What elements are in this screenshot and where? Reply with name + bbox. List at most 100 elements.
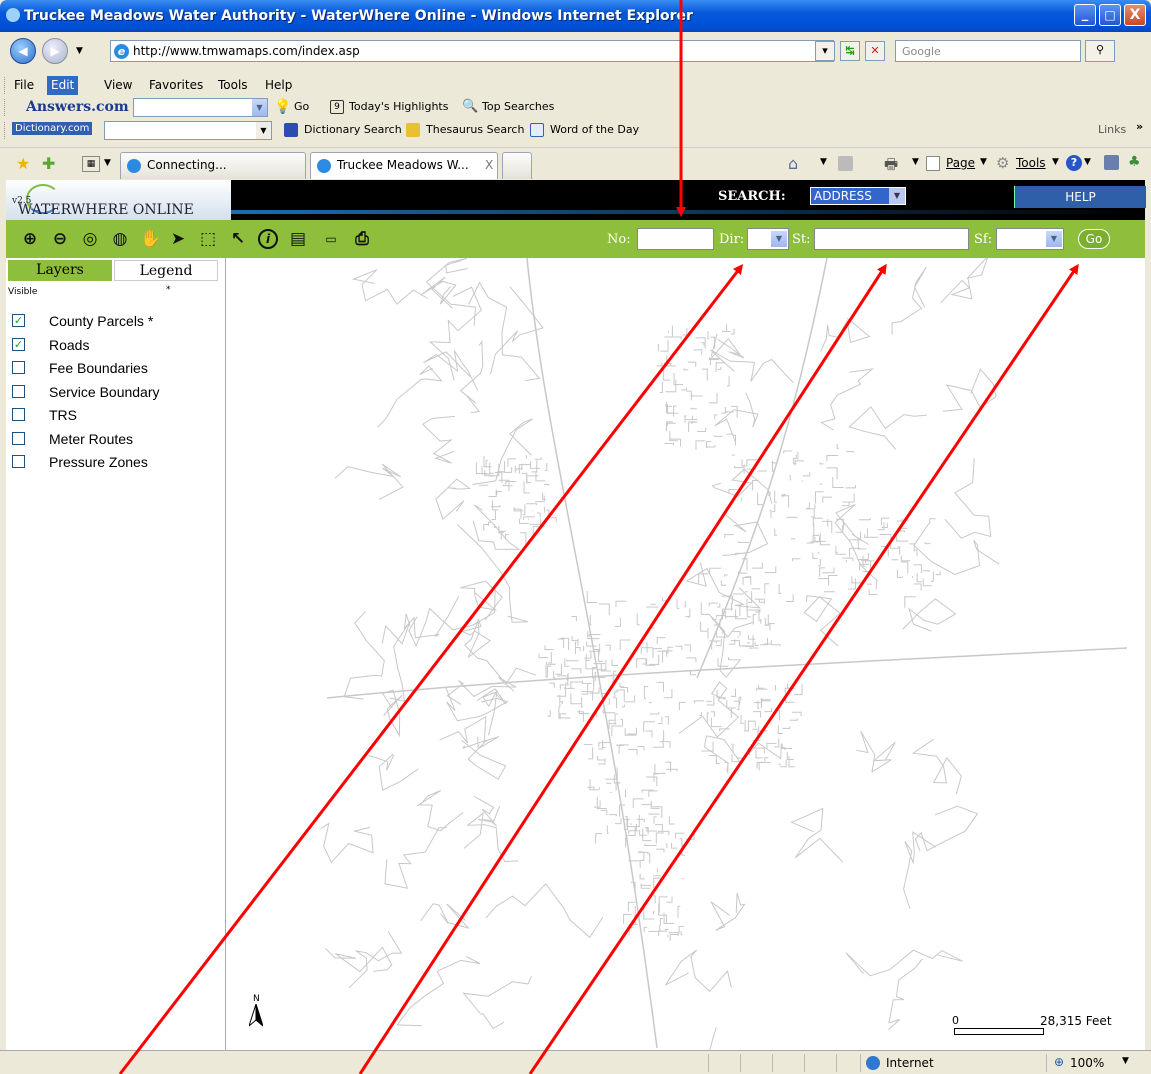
tools-dropdown-icon[interactable]: ▼ bbox=[1052, 157, 1059, 167]
layer-checkbox[interactable] bbox=[12, 361, 25, 374]
identify-icon[interactable]: i bbox=[258, 229, 278, 249]
search-icon[interactable]: ⚲ bbox=[1085, 40, 1115, 62]
help-button[interactable]: HELP bbox=[1014, 186, 1146, 208]
select-arrow-icon[interactable]: ➤ bbox=[168, 229, 188, 249]
title-bar: Truckee Meadows Water Authority - WaterW… bbox=[0, 0, 1151, 32]
zoom-in-icon[interactable]: ⊕ bbox=[20, 229, 40, 249]
scale-bar bbox=[954, 1028, 1044, 1035]
menu-file[interactable]: File bbox=[14, 78, 34, 92]
answers-search-combo[interactable]: ▼ bbox=[133, 98, 268, 117]
stop-icon[interactable]: ✕ bbox=[865, 41, 885, 61]
new-tab-button[interactable] bbox=[502, 152, 532, 179]
tab-connecting[interactable]: Connecting... bbox=[120, 152, 306, 179]
top-searches-button[interactable]: Top Searches bbox=[482, 100, 554, 113]
layer-checkbox[interactable]: ✓ bbox=[12, 314, 25, 327]
dictionary-toolbar: Dictionary.com ▼ Dictionary Search Thesa… bbox=[0, 119, 1151, 142]
word-calendar-icon bbox=[530, 123, 544, 137]
tab-list-dropdown-icon[interactable]: ▼ bbox=[104, 158, 111, 168]
close-tab-icon[interactable]: X bbox=[485, 153, 493, 178]
forward-button[interactable]: ▶ bbox=[42, 38, 68, 64]
menu-tools[interactable]: Tools bbox=[218, 78, 248, 92]
word-of-the-day-button[interactable]: Word of the Day bbox=[550, 123, 639, 136]
home-icon[interactable]: ⌂ bbox=[788, 154, 798, 173]
menu-view[interactable]: View bbox=[104, 78, 132, 92]
refresh-icon[interactable]: ↹ bbox=[840, 41, 860, 61]
zoom-box-icon[interactable]: ◎ bbox=[80, 229, 100, 249]
search-label: SEARCH: bbox=[718, 189, 786, 204]
layer-checkbox[interactable]: ✓ bbox=[12, 337, 25, 351]
url-field[interactable]: e http://www.tmwamaps.com/index.asp bbox=[110, 40, 834, 62]
site-header: WATERWHERE ONLINE v2.5 SEARCH: ADDRESS ▼… bbox=[6, 180, 1146, 220]
chevron-down-icon: ▼ bbox=[889, 188, 905, 204]
menu-edit[interactable]: Edit bbox=[47, 76, 79, 95]
layer-checkbox[interactable] bbox=[12, 455, 25, 468]
history-dropdown-icon[interactable]: ▼ bbox=[76, 46, 83, 56]
tools-menu-button[interactable]: Tools bbox=[1016, 156, 1046, 170]
page-dropdown-icon[interactable]: ▼ bbox=[980, 157, 987, 167]
url-dropdown-icon[interactable]: ▾ bbox=[815, 41, 835, 61]
layer-checkbox[interactable] bbox=[12, 431, 25, 445]
dictionary-brand[interactable]: Dictionary.com bbox=[12, 122, 93, 135]
search-mode-select[interactable]: ADDRESS ▼ bbox=[810, 187, 906, 205]
map-view[interactable]: N 0 28,315 Feet bbox=[227, 258, 1145, 1050]
todays-highlights-button[interactable]: Today's Highlights bbox=[349, 100, 448, 113]
maximize-button[interactable]: □ bbox=[1099, 4, 1121, 26]
dictionary-search-combo[interactable]: ▼ bbox=[104, 121, 272, 140]
add-favorite-icon[interactable]: ✚ bbox=[42, 154, 55, 173]
quick-tabs-icon[interactable]: ▦ bbox=[82, 156, 100, 172]
browser-window: Truckee Meadows Water Authority - WaterW… bbox=[0, 0, 1151, 1074]
address-number-input[interactable] bbox=[637, 228, 714, 250]
print-icon[interactable]: 🖶 bbox=[884, 154, 898, 179]
print-dropdown-icon[interactable]: ▼ bbox=[912, 157, 919, 167]
table-icon[interactable]: ▤ bbox=[288, 229, 308, 249]
select-box-icon[interactable]: ⬚ bbox=[198, 229, 218, 249]
links-button[interactable]: Links bbox=[1098, 123, 1126, 136]
go-button[interactable]: Go bbox=[1078, 229, 1110, 249]
calendar-icon: 9 bbox=[330, 100, 344, 114]
thesaurus-search-button[interactable]: Thesaurus Search bbox=[426, 123, 524, 136]
minimize-button[interactable]: _ bbox=[1074, 4, 1096, 26]
waterwhere-logo[interactable]: WATERWHERE ONLINE v2.5 bbox=[6, 180, 231, 220]
tab-layers[interactable]: Layers bbox=[8, 260, 112, 281]
chevron-right-icon[interactable]: » bbox=[1136, 120, 1143, 133]
favorites-star-icon[interactable]: ★ bbox=[16, 154, 30, 173]
direction-select[interactable]: ▼ bbox=[747, 228, 789, 250]
street-input[interactable] bbox=[814, 228, 969, 250]
menu-help[interactable]: Help bbox=[265, 78, 292, 92]
pan-hand-icon[interactable]: ✋ bbox=[140, 229, 161, 249]
security-zone: Internet bbox=[886, 1056, 934, 1070]
help-dropdown-icon[interactable]: ▼ bbox=[1084, 157, 1091, 167]
menu-favorites[interactable]: Favorites bbox=[149, 78, 203, 92]
status-bar: Internet ⊕ 100% ▼ bbox=[0, 1050, 1151, 1074]
tab-legend[interactable]: Legend bbox=[114, 260, 218, 281]
sf-label: Sf: bbox=[974, 232, 993, 247]
layer-checkbox[interactable] bbox=[12, 408, 25, 421]
thesaurus-icon bbox=[406, 123, 420, 137]
suffix-select[interactable]: ▼ bbox=[996, 228, 1064, 250]
pointer-icon[interactable]: ↖ bbox=[228, 229, 248, 249]
research-icon[interactable] bbox=[1104, 155, 1119, 170]
help-icon[interactable]: ? bbox=[1066, 155, 1082, 171]
chevron-down-icon: ▼ bbox=[771, 231, 787, 247]
answers-brand[interactable]: Answers.com bbox=[26, 99, 129, 115]
close-button[interactable]: X bbox=[1124, 4, 1146, 26]
messenger-icon[interactable]: ♣ bbox=[1128, 154, 1141, 170]
page-menu-button[interactable]: Page bbox=[946, 156, 975, 170]
tab-truckee-meadows[interactable]: Truckee Meadows W... X bbox=[310, 152, 498, 179]
print-map-icon[interactable]: ⎙ bbox=[352, 229, 372, 249]
feeds-icon[interactable] bbox=[838, 156, 853, 171]
search-input[interactable]: Google bbox=[895, 40, 1081, 62]
zoom-level[interactable]: 100% bbox=[1070, 1056, 1104, 1070]
answers-go[interactable]: Go bbox=[294, 100, 309, 113]
layer-checkbox[interactable] bbox=[12, 384, 25, 398]
measure-ruler-icon[interactable]: ▭ bbox=[318, 229, 344, 249]
tab-ie-icon bbox=[127, 159, 141, 173]
zoom-out-icon[interactable]: ⊖ bbox=[50, 229, 70, 249]
back-button[interactable]: ◀ bbox=[10, 38, 36, 64]
search-mode-value: ADDRESS bbox=[814, 189, 872, 203]
home-dropdown-icon[interactable]: ▼ bbox=[820, 157, 827, 167]
dictionary-search-button[interactable]: Dictionary Search bbox=[304, 123, 402, 136]
full-extent-icon[interactable]: ◍ bbox=[110, 229, 130, 249]
zoom-dropdown-icon[interactable]: ▼ bbox=[1122, 1056, 1129, 1066]
gear-icon: ⚙ bbox=[996, 154, 1010, 172]
